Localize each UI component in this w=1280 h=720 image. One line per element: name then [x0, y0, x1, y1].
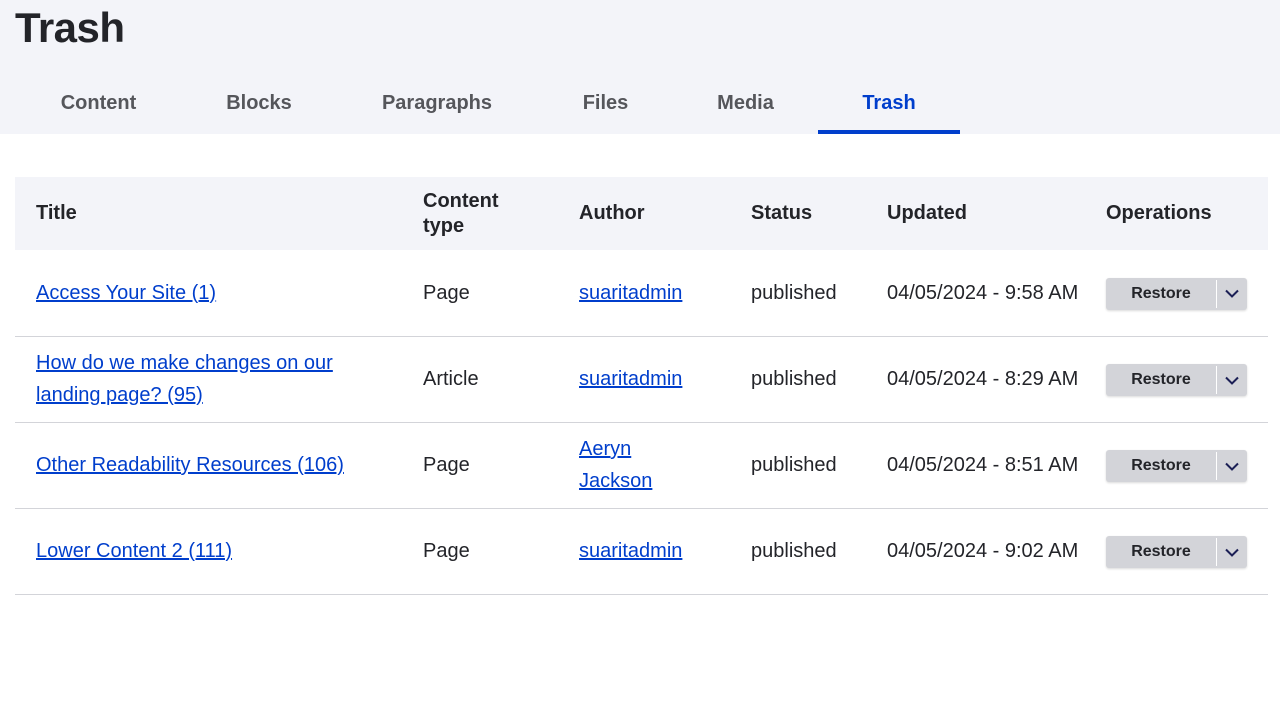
row-author-link[interactable]: Aeryn Jackson — [579, 433, 669, 497]
row-title-link[interactable]: Lower Content 2 (111) — [36, 540, 232, 562]
dropbutton-toggle[interactable] — [1217, 536, 1247, 568]
chevron-down-icon — [1225, 376, 1239, 385]
row-author-link[interactable]: suaritadmin — [579, 368, 682, 390]
operations-dropbutton: Restore — [1106, 277, 1247, 310]
row-title-link[interactable]: Access Your Site (1) — [36, 282, 216, 304]
table-row: Other Readability Resources (106) Page A… — [15, 422, 1268, 508]
trash-table-container: Title Content type Author Status Updated… — [15, 177, 1268, 595]
tab-paragraphs[interactable]: Paragraphs — [336, 72, 538, 134]
restore-button[interactable]: Restore — [1106, 450, 1216, 482]
row-author-link[interactable]: suaritadmin — [579, 282, 682, 304]
table-row: Lower Content 2 (111) Page suaritadmin p… — [15, 508, 1268, 594]
tab-content[interactable]: Content — [15, 72, 182, 134]
restore-button[interactable]: Restore — [1106, 536, 1216, 568]
header-title[interactable]: Title — [15, 177, 423, 250]
page-header: Trash Content Blocks Paragraphs Files Me… — [0, 0, 1280, 134]
header-status: Status — [751, 202, 813, 224]
page-title: Trash — [15, 4, 125, 51]
dropbutton-toggle[interactable] — [1217, 450, 1247, 482]
restore-button[interactable]: Restore — [1106, 278, 1216, 310]
restore-button[interactable]: Restore — [1106, 364, 1216, 396]
trash-table: Title Content type Author Status Updated… — [15, 177, 1268, 595]
tab-files[interactable]: Files — [538, 72, 673, 134]
chevron-down-icon — [1225, 548, 1239, 557]
row-status: published — [751, 281, 837, 304]
row-updated: 04/05/2024 - 8:51 AM — [887, 454, 1079, 476]
operations-dropbutton: Restore — [1106, 364, 1247, 396]
header-operations: Operations — [1106, 202, 1212, 224]
tab-trash[interactable]: Trash — [818, 72, 960, 134]
row-status: published — [751, 540, 837, 562]
row-content-type: Page — [423, 281, 470, 304]
dropbutton-toggle[interactable] — [1217, 278, 1247, 310]
header-author: Author — [579, 202, 645, 224]
tab-blocks[interactable]: Blocks — [182, 72, 336, 134]
operations-dropbutton: Restore — [1106, 450, 1247, 482]
tab-media[interactable]: Media — [673, 72, 818, 134]
row-updated: 04/05/2024 - 8:29 AM — [887, 368, 1079, 390]
row-content-type: Page — [423, 540, 470, 562]
dropbutton-toggle[interactable] — [1217, 364, 1247, 396]
header-content-type-label: Content type — [423, 189, 499, 237]
row-updated: 04/05/2024 - 9:58 AM — [887, 281, 1079, 304]
tabs-nav: Content Blocks Paragraphs Files Media Tr… — [15, 72, 960, 134]
chevron-down-icon — [1225, 462, 1239, 471]
row-content-type: Page — [423, 454, 470, 476]
row-updated: 04/05/2024 - 9:02 AM — [887, 540, 1079, 562]
table-row: Access Your Site (1) Page suaritadmin pu… — [15, 250, 1268, 336]
row-author-link[interactable]: suaritadmin — [579, 540, 682, 562]
table-row: How do we make changes on our landing pa… — [15, 336, 1268, 422]
row-title-link[interactable]: Other Readability Resources (106) — [36, 454, 344, 476]
operations-dropbutton: Restore — [1106, 536, 1247, 568]
header-updated[interactable]: Updated — [887, 177, 1106, 250]
row-status: published — [751, 368, 837, 390]
table-header-row: Title Content type Author Status Updated… — [15, 177, 1268, 250]
row-status: published — [751, 454, 837, 476]
chevron-down-icon — [1225, 290, 1239, 299]
row-title-link[interactable]: How do we make changes on our landing pa… — [36, 347, 366, 411]
row-content-type: Article — [423, 368, 479, 390]
header-content-type: Content type — [423, 177, 579, 250]
